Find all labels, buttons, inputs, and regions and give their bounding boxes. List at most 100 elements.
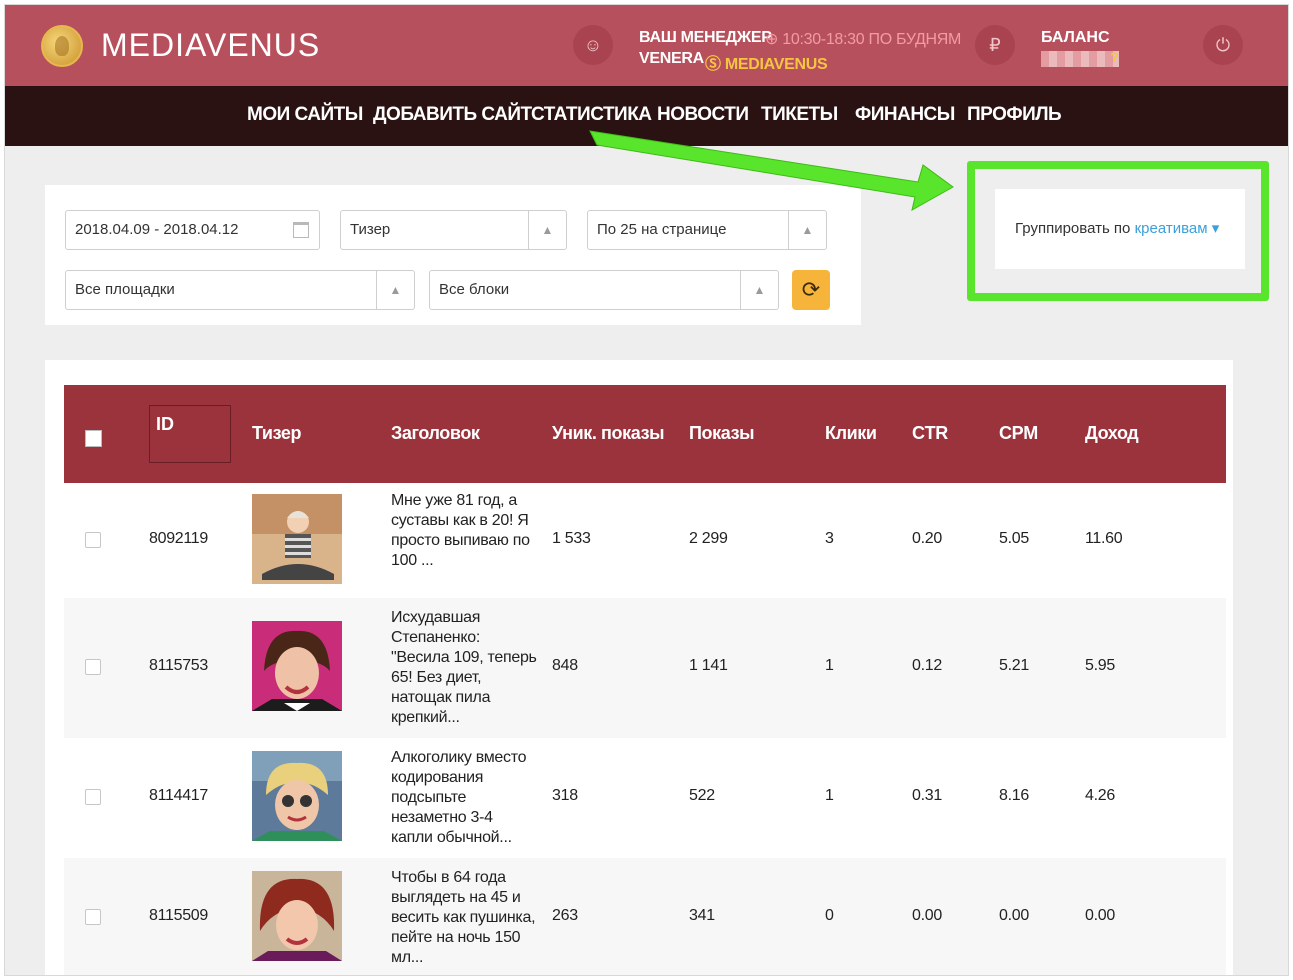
sites-select[interactable]: Все площадки ▲	[65, 270, 415, 310]
row-unique-views: 263	[552, 907, 578, 924]
updown-arrows-icon: ▲	[740, 271, 778, 309]
app-window: MEDIAVENUS ☺ ВАШ МЕНЕДЖЕР ⊕ 10:30-18:30 …	[4, 4, 1289, 976]
row-unique-views: 848	[552, 657, 578, 674]
nav-finance[interactable]: ФИНАНСЫ	[855, 104, 955, 126]
nav-tickets[interactable]: ТИКЕТЫ	[761, 104, 838, 126]
row-cpm: 5.05	[999, 530, 1029, 547]
header-title[interactable]: Заголовок	[391, 423, 480, 444]
row-title: Мне уже 81 год, а суставы как в 20! Я пр…	[391, 492, 530, 569]
header-income[interactable]: Доход	[1085, 423, 1139, 444]
header-teaser[interactable]: Тизер	[252, 423, 301, 444]
row-views: 522	[689, 787, 715, 804]
balance-label: БАЛАНС	[1041, 29, 1110, 46]
header-cpm[interactable]: CPM	[999, 423, 1038, 444]
updown-arrows-icon: ▲	[376, 271, 414, 309]
header-ctr[interactable]: CTR	[912, 423, 948, 444]
manager-avatar-icon: ☺	[573, 25, 613, 65]
group-by-dropdown[interactable]: креативам ▾	[1135, 220, 1220, 237]
calendar-icon	[293, 222, 309, 238]
row-unique-views: 318	[552, 787, 578, 804]
group-by-label: Группировать по	[1015, 220, 1131, 237]
per-page-select[interactable]: По 25 на странице ▲	[587, 210, 827, 250]
row-income: 5.95	[1085, 657, 1115, 674]
updown-arrows-icon: ▲	[788, 211, 826, 249]
row-income: 0.00	[1085, 907, 1115, 924]
group-by-highlight: Группировать по креативам ▾	[967, 161, 1269, 301]
date-range-value: 2018.04.09 - 2018.04.12	[75, 221, 239, 238]
row-ctr: 0.00	[912, 907, 942, 924]
row-ctr: 0.31	[912, 787, 942, 804]
updown-arrows-icon: ▲	[528, 211, 566, 249]
row-title: Алкоголику вместо кодирования подсыпьте …	[391, 749, 527, 846]
row-title: Исхудавшая Степаненко: "Весила 109, тепе…	[391, 609, 537, 726]
blocks-select-value: Все блоки	[439, 281, 510, 298]
nav-news[interactable]: НОВОСТИ	[657, 104, 749, 126]
group-by-panel: Группировать по креативам ▾	[995, 189, 1245, 269]
table-row: 8115753 Исхудавшая Степаненко: "Весила 1…	[64, 598, 1226, 738]
row-views: 341	[689, 907, 715, 924]
row-clicks: 1	[825, 787, 834, 804]
row-income: 11.60	[1085, 530, 1123, 547]
manager-name: VENERA	[639, 50, 704, 67]
teaser-thumbnail[interactable]	[252, 494, 342, 584]
table-row: 8092119 Мне уже 81 год, а суставы как в …	[64, 483, 1226, 598]
power-icon[interactable]: ⏻	[1203, 25, 1243, 65]
nav-statistics[interactable]: СТАТИСТИКА	[531, 104, 652, 126]
refresh-icon: ⟳	[801, 277, 821, 302]
filters-panel: 2018.04.09 - 2018.04.12 Тизер ▲ По 25 на…	[45, 185, 861, 325]
row-clicks: 0	[825, 907, 834, 924]
header-clicks[interactable]: Клики	[825, 423, 877, 444]
row-id: 8092119	[149, 530, 209, 547]
date-range-input[interactable]: 2018.04.09 - 2018.04.12	[65, 210, 320, 250]
row-ctr: 0.12	[912, 657, 942, 674]
logo-icon[interactable]	[41, 25, 83, 67]
row-clicks: 3	[825, 530, 834, 547]
manager-label: ВАШ МЕНЕДЖЕР	[639, 29, 772, 46]
per-page-value: По 25 на странице	[597, 221, 727, 238]
table-row: 8114417 Алкоголику вместо кодирования по…	[64, 738, 1226, 858]
row-checkbox[interactable]	[85, 659, 101, 675]
type-select-value: Тизер	[350, 221, 391, 238]
balance-help[interactable]: ?	[1110, 49, 1119, 65]
row-checkbox[interactable]	[85, 789, 101, 805]
row-cpm: 8.16	[999, 787, 1029, 804]
header-views[interactable]: Показы	[689, 423, 754, 444]
row-id: 8114417	[149, 787, 209, 804]
row-title: Чтобы в 64 года выглядеть на 45 и весить…	[391, 869, 536, 966]
brand-logo[interactable]: MEDIAVENUS	[101, 27, 320, 64]
top-header: MEDIAVENUS ☺ ВАШ МЕНЕДЖЕР ⊕ 10:30-18:30 …	[5, 5, 1288, 86]
table-header: ID Тизер Заголовок Уник. показы Показы К…	[64, 385, 1226, 483]
teaser-thumbnail[interactable]	[252, 751, 342, 841]
row-ctr: 0.20	[912, 530, 942, 547]
row-unique-views: 1 533	[552, 530, 591, 547]
header-id[interactable]: ID	[149, 405, 231, 463]
manager-skype-link[interactable]: Ⓢ MEDIAVENUS	[705, 50, 828, 74]
row-clicks: 1	[825, 657, 834, 674]
header-unique-views[interactable]: Уник. показы	[552, 423, 664, 444]
row-views: 1 141	[689, 657, 728, 674]
blocks-select[interactable]: Все блоки ▲	[429, 270, 779, 310]
stats-table: ID Тизер Заголовок Уник. показы Показы К…	[45, 360, 1233, 975]
row-checkbox[interactable]	[85, 909, 101, 925]
row-id: 8115509	[149, 907, 209, 924]
select-all-checkbox[interactable]	[85, 430, 102, 447]
table-row: 8115509 Чтобы в 64 года выглядеть на 45 …	[64, 858, 1226, 975]
manager-hours: ⊕ 10:30-18:30 ПО БУДНЯМ	[765, 31, 962, 48]
type-select[interactable]: Тизер ▲	[340, 210, 567, 250]
row-income: 4.26	[1085, 787, 1115, 804]
teaser-thumbnail[interactable]	[252, 871, 342, 961]
refresh-button[interactable]: ⟳	[792, 270, 830, 310]
balance-value-redacted	[1041, 51, 1119, 67]
group-by-value: креативам	[1134, 220, 1208, 237]
row-views: 2 299	[689, 530, 728, 547]
ruble-icon: ₽	[975, 25, 1015, 65]
nav-my-sites[interactable]: МОИ САЙТЫ	[247, 104, 363, 126]
teaser-thumbnail[interactable]	[252, 621, 342, 711]
row-cpm: 0.00	[999, 907, 1029, 924]
row-checkbox[interactable]	[85, 532, 101, 548]
row-id: 8115753	[149, 657, 209, 674]
main-nav: МОИ САЙТЫ ДОБАВИТЬ САЙТ СТАТИСТИКА НОВОС…	[5, 86, 1288, 146]
nav-add-site[interactable]: ДОБАВИТЬ САЙТ	[373, 104, 532, 126]
sites-select-value: Все площадки	[75, 281, 175, 298]
nav-profile[interactable]: ПРОФИЛЬ	[967, 104, 1062, 126]
